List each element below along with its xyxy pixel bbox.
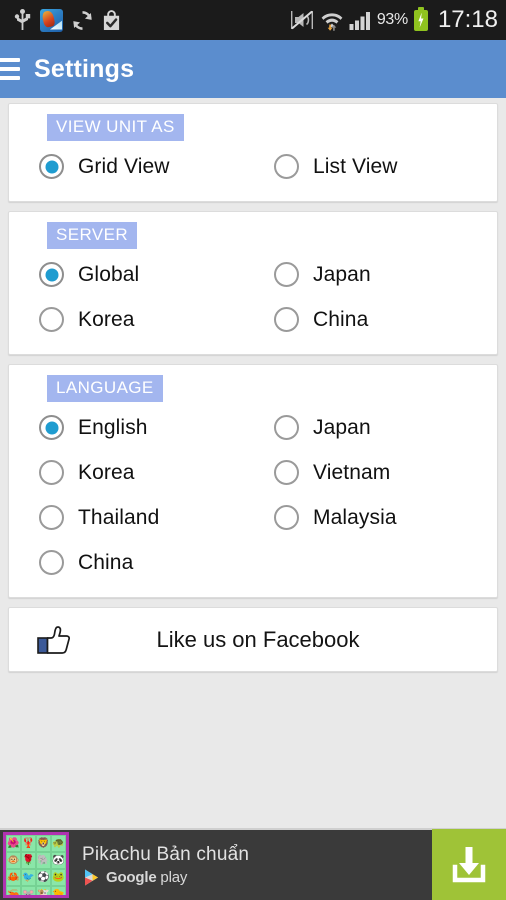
download-icon <box>452 847 486 883</box>
ad-download-button[interactable] <box>432 829 506 900</box>
section-card-language: LANGUAGE English Japan Korea Vietnam Tha… <box>8 364 498 598</box>
section-card-view-unit-as: VIEW UNIT AS Grid View List View <box>8 103 498 202</box>
app-bar: Settings <box>0 40 506 98</box>
section-label-view-unit-as: VIEW UNIT AS <box>47 114 184 141</box>
radio-option-grid-view[interactable]: Grid View <box>27 144 262 189</box>
radio-label: Korea <box>78 307 135 331</box>
ad-info: Pikachu Bản chuẩn Google play <box>82 844 432 887</box>
radio-indicator[interactable] <box>39 307 64 332</box>
google-play-badge: Google play <box>82 868 432 887</box>
radio-option-language-thailand[interactable]: Thailand <box>27 495 262 540</box>
game-app-icon <box>40 8 63 32</box>
radio-label: Malaysia <box>313 505 397 529</box>
radio-option-language-korea[interactable]: Korea <box>27 450 262 495</box>
radio-indicator[interactable] <box>274 415 299 440</box>
wifi-icon <box>321 12 343 31</box>
radio-label: List View <box>313 154 398 178</box>
radio-group-view-unit-as: Grid View List View <box>9 144 497 189</box>
radio-option-language-china[interactable]: China <box>27 540 262 585</box>
radio-indicator[interactable] <box>274 505 299 530</box>
radio-indicator[interactable] <box>274 262 299 287</box>
radio-option-language-vietnam[interactable]: Vietnam <box>262 450 497 495</box>
radio-label: Japan <box>313 262 371 286</box>
radio-indicator[interactable] <box>39 550 64 575</box>
radio-option-language-japan[interactable]: Japan <box>262 405 497 450</box>
radio-indicator[interactable] <box>274 154 299 179</box>
thumbs-up-icon <box>37 625 70 654</box>
clock: 17:18 <box>437 6 498 33</box>
radio-label: Japan <box>313 415 371 439</box>
like-us-on-facebook-button[interactable]: Like us on Facebook <box>8 607 498 672</box>
radio-indicator[interactable] <box>39 415 64 440</box>
radio-label: China <box>78 550 134 574</box>
ad-banner[interactable]: 🌺 🦞 🦁 🐢 🐵 🌹 🐘 🐼 🦀 🐦 ⚽ 🐸 🦐 🐭 🐮 🐤 Pikachu Bản chuẩn Go… <box>0 828 506 900</box>
cellular-signal-icon <box>349 12 370 30</box>
radio-label: Grid View <box>78 154 170 178</box>
radio-label: China <box>313 307 369 331</box>
radio-indicator[interactable] <box>274 460 299 485</box>
radio-label: English <box>78 415 148 439</box>
radio-group-language: English Japan Korea Vietnam Thailand Mal… <box>9 405 497 585</box>
status-bar-right-icons: 93% 17:18 <box>289 6 498 34</box>
radio-label: Korea <box>78 460 135 484</box>
status-bar: 93% 17:18 <box>0 0 506 40</box>
radio-option-server-global[interactable]: Global <box>27 252 262 297</box>
radio-option-server-korea[interactable]: Korea <box>27 297 262 342</box>
usb-icon <box>14 9 31 30</box>
hamburger-menu-icon[interactable] <box>0 58 20 80</box>
radio-option-list-view[interactable]: List View <box>262 144 497 189</box>
section-label-server: SERVER <box>47 222 138 249</box>
game-tiles-thumbnail[interactable]: 🌺 🦞 🦁 🐢 🐵 🌹 🐘 🐼 🦀 🐦 ⚽ 🐸 🦐 🐭 🐮 🐤 <box>3 832 69 898</box>
radio-group-server: Global Japan Korea China <box>9 252 497 342</box>
google-play-icon <box>85 869 98 885</box>
radio-option-server-china[interactable]: China <box>262 297 497 342</box>
ad-title: Pikachu Bản chuẩn <box>82 843 250 865</box>
radio-indicator[interactable] <box>39 505 64 530</box>
google-play-label: Google play <box>106 868 188 886</box>
radio-indicator[interactable] <box>39 262 64 287</box>
radio-indicator[interactable] <box>274 307 299 332</box>
sync-icon <box>73 10 92 30</box>
radio-option-language-english[interactable]: English <box>27 405 262 450</box>
radio-label: Vietnam <box>313 460 391 484</box>
battery-charging-icon <box>413 6 428 31</box>
section-card-server: SERVER Global Japan Korea China <box>8 211 498 355</box>
radio-option-server-japan[interactable]: Japan <box>262 252 497 297</box>
radio-label: Thailand <box>78 505 160 529</box>
radio-indicator[interactable] <box>39 460 64 485</box>
battery-percent: 93% <box>376 11 408 28</box>
radio-indicator[interactable] <box>39 154 64 179</box>
radio-option-language-malaysia[interactable]: Malaysia <box>262 495 497 540</box>
radio-label: Global <box>78 262 140 286</box>
page-title: Settings <box>34 54 135 83</box>
vibrate-mute-icon <box>290 10 313 30</box>
section-label-language: LANGUAGE <box>47 375 163 402</box>
play-store-bag-icon <box>103 9 120 30</box>
facebook-label: Like us on Facebook <box>156 626 360 652</box>
settings-content: VIEW UNIT AS Grid View List View SERVER … <box>0 98 506 828</box>
status-bar-left-icons <box>14 8 121 32</box>
